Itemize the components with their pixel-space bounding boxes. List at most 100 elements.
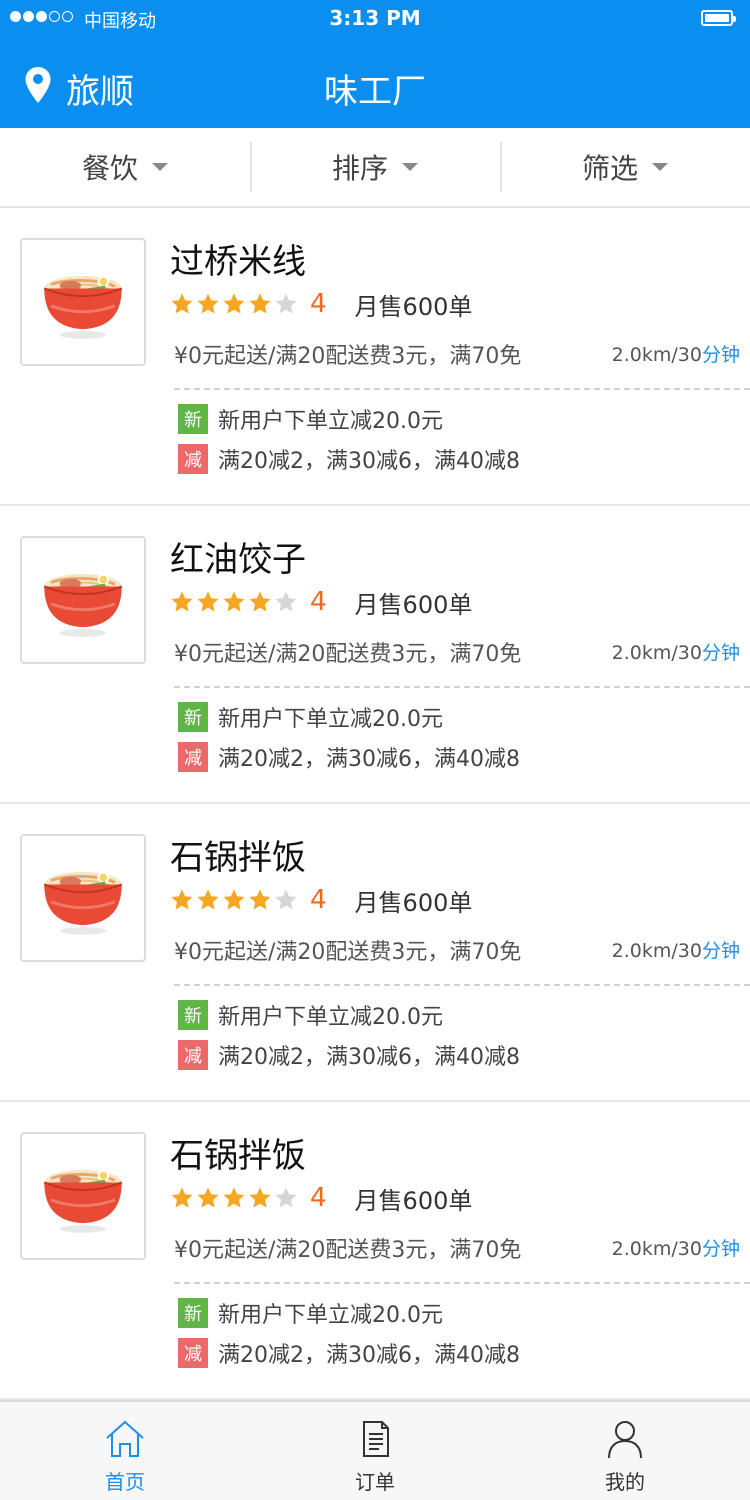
tab-home[interactable]: 首页: [0, 1402, 250, 1500]
promo-text: 新用户下单立减20.0元: [218, 1005, 443, 1030]
star-icon: [171, 293, 193, 314]
monthly-sales: 月售600单: [354, 888, 473, 917]
rating-row: 4 月售600单: [170, 584, 472, 620]
caret-down-icon: [152, 163, 168, 171]
shop-item[interactable]: 过桥米线 4 月售600单 ¥0元起送/满20配送费3元，满70免 2.0km/…: [0, 208, 750, 506]
promo-discount: 减 满20减2，满30减6，满40减8: [178, 444, 520, 474]
shop-thumbnail: [20, 238, 146, 366]
promo-text: 新用户下单立减20.0元: [218, 409, 443, 434]
star-icon: [249, 293, 271, 314]
discount-badge: 减: [178, 742, 208, 772]
rating-row: 4 月售600单: [170, 286, 472, 322]
noodle-bowl-icon: [43, 1169, 123, 1233]
distance-info: 2.0km/30分钟: [612, 1234, 740, 1261]
star-icon: [171, 889, 193, 910]
divider: [174, 388, 750, 390]
noodle-bowl-icon: [43, 871, 123, 935]
promo-new-user: 新 新用户下单立减20.0元: [178, 702, 443, 732]
time-unit: 分钟: [701, 642, 740, 664]
nav-bar: 旅顺 味工厂: [0, 46, 750, 126]
promo-new-user: 新 新用户下单立减20.0元: [178, 1000, 443, 1030]
star-icon: [171, 1187, 193, 1208]
tab-label: 我的: [605, 1470, 645, 1494]
filter-label: 排序: [331, 152, 388, 185]
filter-category[interactable]: 餐饮: [0, 128, 250, 206]
delivery-info: ¥0元起送/满20配送费3元，满70免: [174, 940, 522, 965]
filter-label: 餐饮: [81, 152, 138, 185]
shop-item[interactable]: 石锅拌饭 4 月售600单 ¥0元起送/满20配送费3元，满70免 2.0km/…: [0, 1102, 750, 1400]
promo-text: 满20减2，满30减6，满40减8: [218, 449, 520, 474]
monthly-sales: 月售600单: [354, 590, 473, 619]
star-icon: [197, 591, 219, 612]
discount-badge: 减: [178, 1338, 208, 1368]
star-icon: [197, 293, 219, 314]
divider: [174, 984, 750, 986]
shop-name: 过桥米线: [170, 242, 306, 282]
star-icon: [275, 1187, 297, 1208]
rating-score: 4: [310, 1183, 327, 1213]
filter-bar: 餐饮 排序 筛选: [0, 128, 750, 208]
header: 中国移动 3:13 PM 旅顺 味工厂: [0, 0, 750, 128]
caret-down-icon: [402, 163, 418, 171]
star-icon: [223, 1187, 245, 1208]
shop-list: 过桥米线 4 月售600单 ¥0元起送/满20配送费3元，满70免 2.0km/…: [0, 208, 750, 1400]
star-icon: [275, 591, 297, 612]
tab-bar: 首页 订单 我的: [0, 1400, 750, 1500]
promo-text: 满20减2，满30减6，满40减8: [218, 1045, 520, 1070]
distance-info: 2.0km/30分钟: [612, 638, 740, 665]
user-icon: [608, 1421, 642, 1459]
promo-text: 满20减2，满30减6，满40减8: [218, 1343, 520, 1368]
rating-score: 4: [310, 587, 327, 617]
star-rating: [170, 888, 298, 912]
rating-row: 4 月售600单: [170, 1180, 472, 1216]
distance-value: 2.0km/30: [611, 344, 702, 366]
shop-thumbnail: [20, 1132, 146, 1260]
star-icon: [275, 293, 297, 314]
promo-text: 满20减2，满30减6，满40减8: [218, 747, 520, 772]
distance-info: 2.0km/30分钟: [612, 340, 740, 367]
distance-value: 2.0km/30: [611, 642, 702, 664]
divider: [174, 686, 750, 688]
tab-label: 订单: [355, 1470, 395, 1494]
distance-value: 2.0km/30: [611, 1238, 702, 1260]
new-badge: 新: [178, 404, 208, 434]
distance-info: 2.0km/30分钟: [612, 936, 740, 963]
promo-text: 新用户下单立减20.0元: [218, 1303, 443, 1328]
home-icon: [106, 1420, 144, 1457]
noodle-bowl-icon: [43, 275, 123, 339]
tab-orders[interactable]: 订单: [250, 1402, 500, 1500]
new-badge: 新: [178, 1000, 208, 1030]
star-icon: [223, 591, 245, 612]
monthly-sales: 月售600单: [354, 292, 473, 321]
distance-value: 2.0km/30: [611, 940, 702, 962]
shop-thumbnail: [20, 834, 146, 962]
tab-label: 首页: [105, 1470, 145, 1494]
star-icon: [197, 889, 219, 910]
order-icon: [363, 1421, 389, 1457]
caret-down-icon: [652, 163, 668, 171]
discount-badge: 减: [178, 1040, 208, 1070]
status-time: 3:13 PM: [329, 6, 421, 30]
promo-new-user: 新 新用户下单立减20.0元: [178, 1298, 443, 1328]
tab-mine[interactable]: 我的: [500, 1402, 750, 1500]
shop-name: 石锅拌饭: [170, 1136, 306, 1176]
delivery-info: ¥0元起送/满20配送费3元，满70免: [174, 642, 522, 667]
shop-item[interactable]: 石锅拌饭 4 月售600单 ¥0元起送/满20配送费3元，满70免 2.0km/…: [0, 804, 750, 1102]
shop-name: 石锅拌饭: [170, 838, 306, 878]
star-rating: [170, 1186, 298, 1210]
new-badge: 新: [178, 1298, 208, 1328]
star-rating: [170, 590, 298, 614]
new-badge: 新: [178, 702, 208, 732]
rating-row: 4 月售600单: [170, 882, 472, 918]
discount-badge: 减: [178, 444, 208, 474]
filter-label: 筛选: [581, 152, 638, 185]
delivery-info: ¥0元起送/满20配送费3元，满70免: [174, 1238, 522, 1263]
star-icon: [197, 1187, 219, 1208]
filter-screen[interactable]: 筛选: [500, 128, 750, 206]
noodle-bowl-icon: [43, 573, 123, 637]
star-icon: [249, 591, 271, 612]
filter-sort[interactable]: 排序: [250, 128, 500, 206]
shop-item[interactable]: 红油饺子 4 月售600单 ¥0元起送/满20配送费3元，满70免 2.0km/…: [0, 506, 750, 804]
star-icon: [249, 1187, 271, 1208]
promo-discount: 减 满20减2，满30减6，满40减8: [178, 742, 520, 772]
